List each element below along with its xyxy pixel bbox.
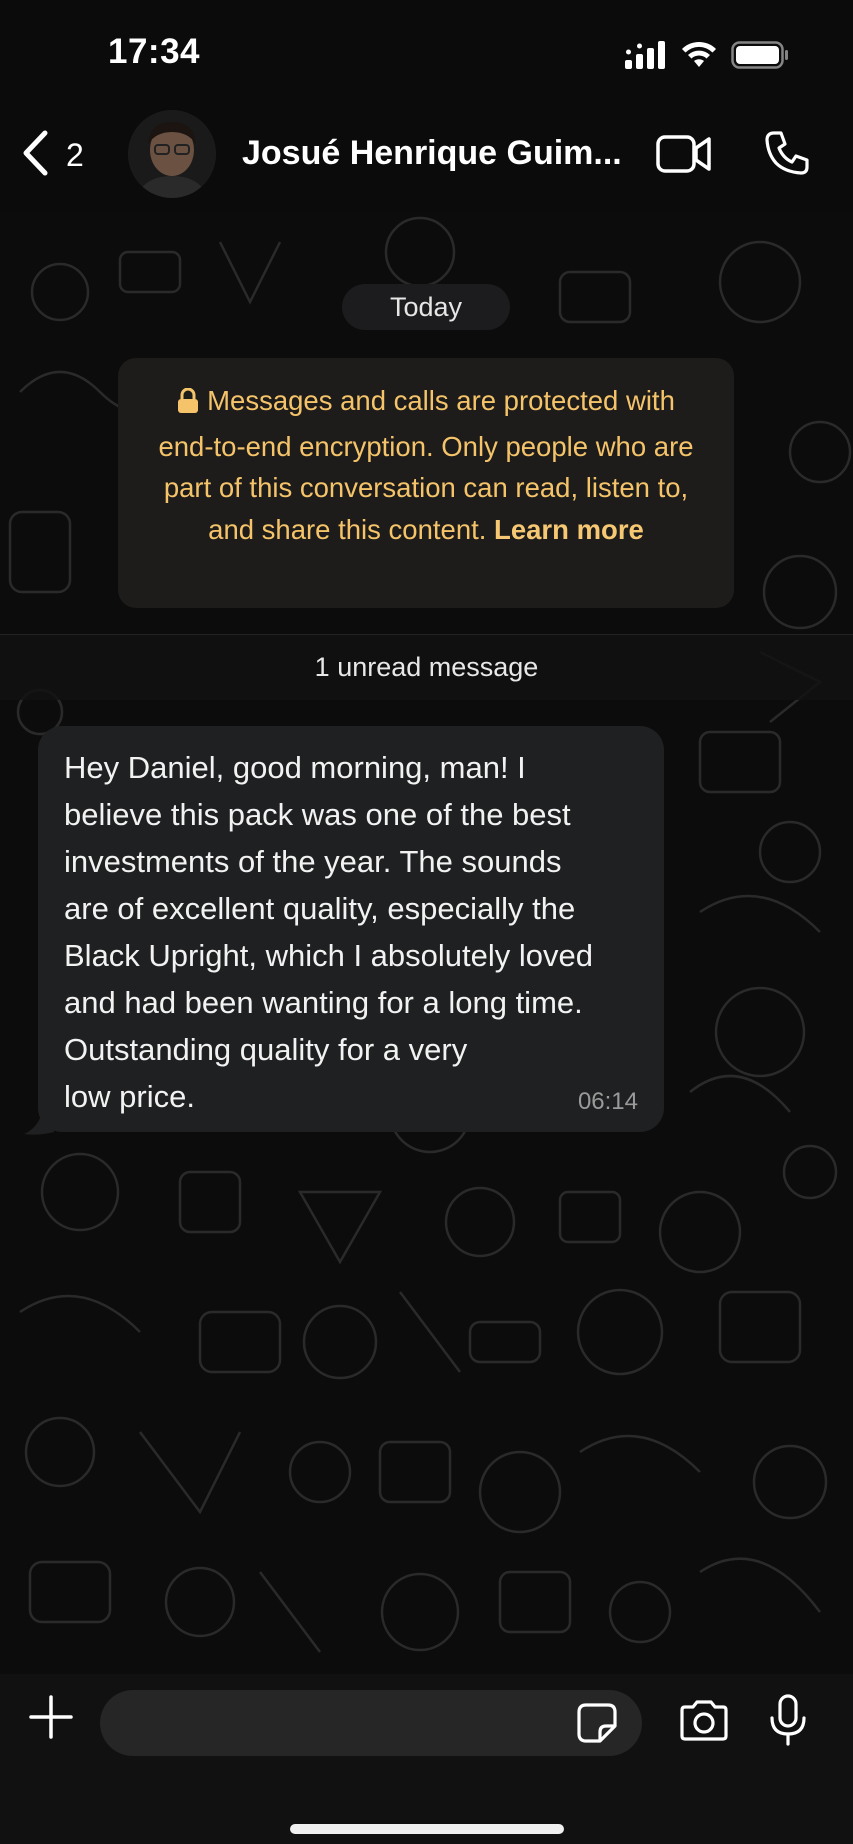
- contact-name[interactable]: Josué Henrique Guim...: [242, 134, 634, 173]
- unread-messages-separator: 1 unread message: [0, 634, 853, 700]
- chat-header: 2 Josué Henrique Guim...: [0, 100, 853, 212]
- microphone-icon[interactable]: [768, 1694, 808, 1751]
- status-bar: 17:34: [0, 0, 853, 100]
- date-separator: Today: [342, 284, 510, 330]
- camera-icon[interactable]: [678, 1700, 730, 1747]
- home-indicator: [290, 1824, 564, 1834]
- chat-area[interactable]: Today Messages and calls are protected w…: [0, 212, 853, 1674]
- message-bubble[interactable]: Hey Daniel, good morning, man! I believe…: [38, 726, 664, 1132]
- status-icons: [625, 40, 789, 75]
- battery-icon: [731, 41, 789, 74]
- wifi-icon: [681, 41, 717, 74]
- learn-more-link[interactable]: Learn more: [494, 514, 644, 545]
- sticker-icon[interactable]: [576, 1702, 618, 1749]
- status-time: 17:34: [108, 32, 201, 71]
- message-input[interactable]: [100, 1690, 642, 1756]
- encryption-notice[interactable]: Messages and calls are protected with en…: [118, 358, 734, 608]
- plus-icon[interactable]: [28, 1694, 74, 1745]
- avatar[interactable]: [128, 110, 216, 198]
- back-button[interactable]: 2: [20, 130, 84, 181]
- cellular-signal-icon: [625, 40, 667, 75]
- phone-icon[interactable]: [764, 130, 810, 181]
- message-time: 06:14: [577, 1088, 638, 1115]
- video-camera-icon[interactable]: [656, 134, 712, 179]
- input-bar: [0, 1674, 853, 1844]
- message-text: Hey Daniel, good morning, man! I believe…: [64, 750, 593, 1114]
- unread-chats-count: 2: [66, 137, 84, 173]
- lock-icon: [177, 384, 199, 426]
- back-chevron-icon: [20, 130, 50, 181]
